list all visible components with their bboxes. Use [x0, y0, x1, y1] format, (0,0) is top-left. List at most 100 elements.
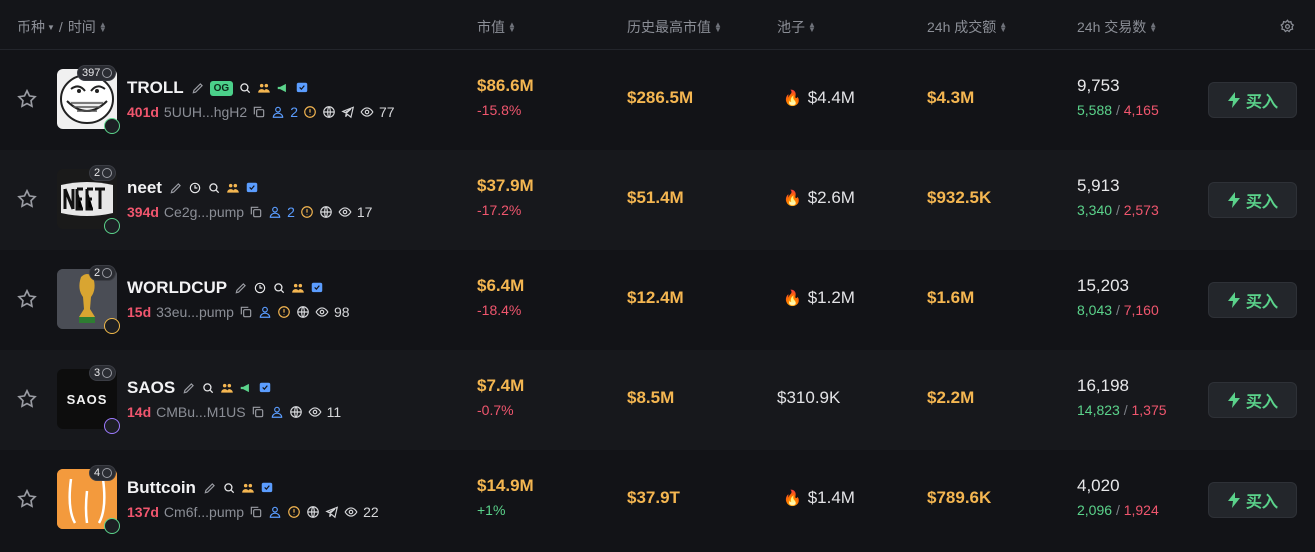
chain-pump-icon — [104, 518, 120, 534]
edit-pencil-icon[interactable] — [203, 481, 217, 495]
website-globe-icon[interactable] — [306, 505, 320, 519]
copy-icon[interactable] — [251, 405, 265, 419]
table-row[interactable]: 4 Buttcoin 137d Cm6f...pump 22 $14.9M +1… — [0, 450, 1315, 550]
chain-pump-icon — [104, 218, 120, 234]
buy-button[interactable]: 买入 — [1208, 382, 1297, 418]
txns-count: 15,203 — [1077, 276, 1129, 295]
holders-icon — [269, 206, 281, 218]
warning-icon[interactable] — [303, 105, 317, 119]
token-meta-line: 14d CMBu...M1US 11 — [127, 402, 341, 422]
buy-button[interactable]: 买入 — [1208, 282, 1297, 318]
fire-icon: 🔥 — [783, 490, 802, 507]
column-header-pool[interactable]: 池子 ▲ ▼ — [777, 17, 816, 37]
column-header-market-cap[interactable]: 市值 ▲ ▼ — [477, 17, 516, 37]
edit-pencil-icon[interactable] — [169, 181, 183, 195]
buy-button[interactable]: 买入 — [1208, 82, 1297, 118]
sort-icon[interactable]: ▲ ▼ — [508, 21, 516, 34]
table-row[interactable]: SAOS 3 SAOS 14d CMBu...M1US 11 $7.4M -0.… — [0, 350, 1315, 450]
sort-icon[interactable]: ▲ ▼ — [808, 21, 816, 34]
watchers-count: 4 — [94, 467, 101, 479]
sort-icon[interactable]: ▲ ▼ — [714, 21, 722, 34]
contract-address[interactable]: 33eu...pump — [156, 304, 234, 320]
token-name[interactable]: Buttcoin — [127, 478, 196, 498]
contract-address[interactable]: Cm6f...pump — [164, 504, 244, 520]
views-eye-icon — [338, 207, 352, 217]
favorite-star-icon[interactable] — [16, 88, 38, 110]
token-name[interactable]: WORLDCUP — [127, 278, 227, 298]
table-row[interactable]: 2 neet 394d Ce2g...pump 2 17 $37.9M -17.… — [0, 150, 1315, 250]
time-sort-label[interactable]: 时间 — [68, 17, 96, 37]
watchers-count: 2 — [94, 167, 101, 179]
token-name[interactable]: neet — [127, 178, 162, 198]
lightning-icon — [1227, 492, 1240, 508]
search-icon[interactable] — [238, 81, 252, 95]
verified-chat-icon — [246, 182, 258, 193]
edit-pencil-icon[interactable] — [234, 281, 248, 295]
token-name-line: SAOS — [127, 378, 272, 398]
warning-icon[interactable] — [300, 205, 314, 219]
website-globe-icon[interactable] — [319, 205, 333, 219]
ath-market-cap-value: $286.5M — [627, 88, 694, 107]
favorite-star-icon[interactable] — [16, 288, 38, 310]
token-meta-line: 394d Ce2g...pump 2 17 — [127, 202, 372, 222]
fire-icon: 🔥 — [783, 90, 802, 107]
token-age: 401d — [127, 104, 159, 120]
telegram-icon[interactable] — [325, 505, 339, 519]
website-globe-icon[interactable] — [322, 105, 336, 119]
split-slash: / — [1115, 102, 1120, 118]
contract-address[interactable]: 5UUH...hgH2 — [164, 104, 247, 120]
search-icon[interactable] — [207, 181, 221, 195]
website-globe-icon[interactable] — [296, 305, 310, 319]
favorite-star-icon[interactable] — [16, 388, 38, 410]
price-change: -15.8% — [477, 102, 522, 118]
table-row[interactable]: 2 WORLDCUP 15d 33eu...pump 98 $6.4M -18.… — [0, 250, 1315, 350]
search-icon[interactable] — [222, 481, 236, 495]
views-count: 17 — [356, 204, 373, 220]
market-cap-value: $37.9M — [477, 176, 534, 195]
favorite-star-icon[interactable] — [16, 188, 38, 210]
pool-cell: $310.9K — [777, 388, 840, 408]
edit-pencil-icon[interactable] — [182, 381, 196, 395]
token-name[interactable]: TROLL — [127, 78, 184, 98]
favorite-star-icon[interactable] — [16, 488, 38, 510]
column-header-ath[interactable]: 历史最高市值 ▲ ▼ — [627, 17, 722, 37]
coin-sort-label[interactable]: 币种 — [17, 17, 45, 37]
buys-count: 5,588 — [1077, 102, 1113, 118]
buy-button[interactable]: 买入 — [1208, 482, 1297, 518]
ath-header-label: 历史最高市值 — [627, 19, 711, 35]
website-globe-icon[interactable] — [289, 405, 303, 419]
telegram-icon[interactable] — [341, 105, 355, 119]
buy-button-label: 买入 — [1245, 194, 1278, 211]
search-icon[interactable] — [272, 281, 286, 295]
chain-pump-icon — [104, 318, 120, 334]
sort-icon[interactable]: ▲ ▼ — [1149, 21, 1157, 34]
verified-chat-icon — [261, 482, 273, 493]
copy-icon[interactable] — [249, 205, 263, 219]
search-icon[interactable] — [201, 381, 215, 395]
token-name[interactable]: SAOS — [127, 378, 175, 398]
buys-count: 3,340 — [1077, 202, 1113, 218]
warning-icon[interactable] — [277, 305, 291, 319]
copy-icon[interactable] — [239, 305, 253, 319]
table-header: 币种 ▼ / 时间 ▲ ▼ 市值 ▲ ▼ 历史最高市值 ▲ ▼ 池子 ▲ ▼ 24h 成… — [0, 0, 1315, 50]
table-row[interactable]: 397 TROLL OG 401d 5UUH...hgH2 2 77 $86.6… — [0, 50, 1315, 150]
sort-icon[interactable]: ▲ ▼ — [999, 21, 1007, 34]
warning-icon[interactable] — [287, 505, 301, 519]
copy-icon[interactable] — [252, 105, 266, 119]
buy-button[interactable]: 买入 — [1208, 182, 1297, 218]
contract-address[interactable]: Ce2g...pump — [164, 204, 244, 220]
column-header-volume[interactable]: 24h 成交额 ▲ ▼ — [927, 17, 1007, 37]
pool-cell: 🔥 $2.6M — [783, 188, 855, 208]
edit-pencil-icon[interactable] — [191, 81, 205, 95]
contract-address[interactable]: CMBu...M1US — [156, 404, 245, 420]
column-header-txns[interactable]: 24h 交易数 ▲ ▼ — [1077, 17, 1157, 37]
copy-icon[interactable] — [249, 505, 263, 519]
settings-gear-icon[interactable] — [1280, 19, 1295, 34]
dropdown-caret-icon[interactable]: ▼ — [47, 23, 55, 32]
column-header-coin[interactable]: 币种 ▼ / 时间 ▲ ▼ — [17, 17, 107, 37]
buys-count: 2,096 — [1077, 502, 1113, 518]
token-age: 14d — [127, 404, 152, 420]
sort-icon[interactable]: ▲ ▼ — [99, 21, 107, 34]
token-age: 394d — [127, 204, 159, 220]
chain-pump-icon — [104, 118, 120, 134]
